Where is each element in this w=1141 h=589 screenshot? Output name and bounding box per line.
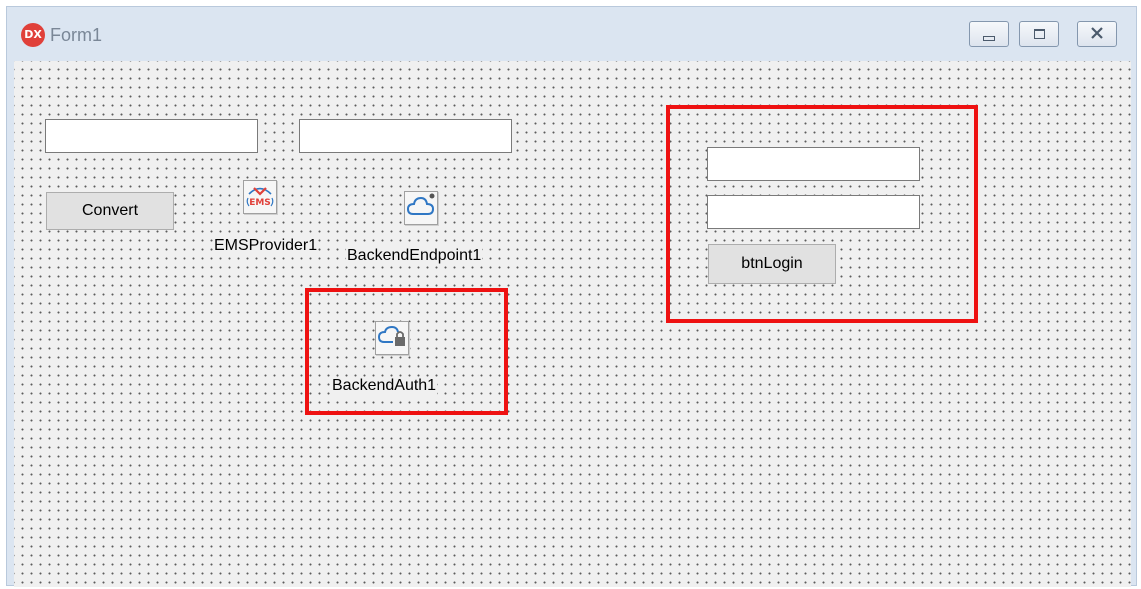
close-button[interactable] bbox=[1077, 21, 1117, 47]
cloud-endpoint-icon bbox=[406, 192, 436, 225]
backend-endpoint-component[interactable] bbox=[404, 191, 438, 225]
form-design-surface[interactable]: Convert EMS EMSProvider1 BackendEndpoint… bbox=[14, 61, 1131, 587]
highlight-box-login bbox=[666, 105, 978, 323]
ems-provider-label: EMSProvider1 bbox=[213, 237, 319, 255]
maximize-button[interactable] bbox=[1019, 21, 1059, 47]
ems-icon: EMS bbox=[245, 181, 275, 214]
maximize-icon bbox=[1033, 29, 1045, 39]
title-bar[interactable]: DX Form1 bbox=[7, 7, 1136, 61]
minimize-button[interactable] bbox=[969, 21, 1009, 47]
highlight-box-auth bbox=[305, 288, 508, 415]
close-icon bbox=[1090, 26, 1104, 42]
backend-endpoint-label: BackendEndpoint1 bbox=[346, 247, 483, 265]
ems-provider-component[interactable]: EMS bbox=[243, 180, 277, 214]
form-window: DX Form1 Convert EMS EMSProvider1 Backen… bbox=[6, 6, 1137, 587]
app-icon: DX bbox=[21, 23, 45, 47]
minimize-icon bbox=[983, 35, 995, 41]
svg-text:EMS: EMS bbox=[249, 198, 271, 208]
edit-2[interactable] bbox=[299, 119, 512, 153]
window-title: Form1 bbox=[50, 25, 103, 45]
convert-button[interactable]: Convert bbox=[46, 192, 174, 230]
edit-1[interactable] bbox=[45, 119, 258, 153]
